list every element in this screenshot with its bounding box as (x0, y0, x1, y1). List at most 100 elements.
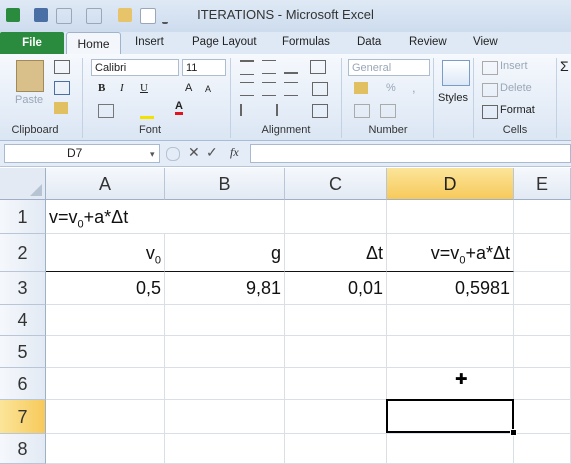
underline-icon[interactable]: U (140, 82, 148, 94)
cell-b5[interactable] (165, 336, 285, 368)
cell-d1[interactable] (387, 200, 514, 234)
column-header-a[interactable]: A (46, 168, 165, 200)
borders-icon[interactable] (98, 104, 114, 118)
increase-indent-icon[interactable] (262, 104, 278, 116)
italic-icon[interactable]: I (120, 82, 124, 94)
tab-view[interactable]: View (473, 36, 498, 48)
column-header-c[interactable]: C (285, 168, 387, 200)
align-bottom-icon[interactable] (284, 60, 298, 74)
tab-data[interactable]: Data (357, 36, 381, 48)
cancel-icon[interactable]: ✕ (188, 144, 200, 161)
font-size-combo[interactable]: 11 (182, 59, 226, 76)
row-header-5[interactable]: 5 (0, 336, 46, 368)
row-header-2[interactable]: 2 (0, 234, 46, 272)
cell-a3[interactable]: 0,5 (46, 272, 165, 305)
cell-b7[interactable] (165, 400, 285, 434)
cell-d3[interactable]: 0,5981 (387, 272, 514, 305)
cell-b1[interactable] (165, 200, 285, 234)
cell-c3[interactable]: 0,01 (285, 272, 387, 305)
wrap-text-icon[interactable] (312, 82, 328, 96)
cell-a8[interactable] (46, 434, 165, 464)
align-right-icon[interactable] (284, 82, 298, 96)
insert-cells-icon[interactable] (482, 61, 498, 75)
cell-c6[interactable] (285, 368, 387, 400)
styles-button[interactable]: Styles (438, 92, 468, 104)
cell-d2[interactable]: v=v0+a*Δt (387, 234, 514, 272)
cell-d6[interactable] (387, 368, 514, 400)
cell-c2[interactable]: Δt (285, 234, 387, 272)
select-all-corner[interactable] (0, 168, 46, 200)
cell-c5[interactable] (285, 336, 387, 368)
increase-decimal-icon[interactable] (354, 104, 370, 118)
tab-review[interactable]: Review (409, 36, 447, 48)
cell-c8[interactable] (285, 434, 387, 464)
row-header-8[interactable]: 8 (0, 434, 46, 464)
row-header-7[interactable]: 7 (0, 400, 46, 434)
paste-button[interactable]: Paste (15, 94, 43, 106)
cell-b6[interactable] (165, 368, 285, 400)
format-cells-icon[interactable] (482, 105, 498, 119)
align-left-icon[interactable] (240, 82, 254, 96)
cell-a2[interactable]: v0 (46, 234, 165, 272)
cell-e4[interactable] (514, 305, 571, 336)
cell-b2[interactable]: g (165, 234, 285, 272)
chevron-down-icon[interactable]: ▾ (150, 149, 155, 160)
autosum-button[interactable]: Σ (560, 58, 569, 74)
enter-icon[interactable]: ✓ (206, 144, 218, 161)
cell-c4[interactable] (285, 305, 387, 336)
cell-d8[interactable] (387, 434, 514, 464)
number-format-combo[interactable]: General (348, 59, 430, 76)
row-header-4[interactable]: 4 (0, 305, 46, 336)
name-box[interactable]: D7 (4, 144, 160, 163)
cell-a6[interactable] (46, 368, 165, 400)
delete-cells-button[interactable]: Delete (500, 82, 532, 94)
cell-e2[interactable] (514, 234, 571, 272)
percent-style-button[interactable]: % (386, 82, 396, 94)
decrease-indent-icon[interactable] (240, 104, 256, 116)
cell-a4[interactable] (46, 305, 165, 336)
paste-icon[interactable] (16, 60, 44, 92)
cell-e1[interactable] (514, 200, 571, 234)
tab-page-layout[interactable]: Page Layout (192, 36, 257, 48)
tab-file[interactable]: File (0, 32, 64, 54)
cut-icon[interactable] (54, 60, 70, 74)
column-header-e[interactable]: E (514, 168, 571, 200)
cell-e5[interactable] (514, 336, 571, 368)
merge-center-icon[interactable] (312, 104, 328, 118)
format-cells-button[interactable]: Format (500, 104, 535, 116)
font-color-icon[interactable]: A (175, 100, 183, 115)
align-middle-icon[interactable] (262, 60, 276, 74)
fill-handle[interactable] (510, 429, 517, 436)
comma-style-button[interactable]: , (412, 80, 416, 95)
cell-e7[interactable] (514, 400, 571, 434)
cell-b8[interactable] (165, 434, 285, 464)
styles-icon[interactable] (442, 60, 470, 86)
tab-formulas[interactable]: Formulas (282, 36, 330, 48)
formula-input[interactable] (250, 144, 571, 163)
tab-home[interactable]: Home (66, 32, 121, 56)
cell-a7[interactable] (46, 400, 165, 434)
font-name-combo[interactable]: Calibri (91, 59, 179, 76)
cell-b4[interactable] (165, 305, 285, 336)
cell-d4[interactable] (387, 305, 514, 336)
cell-a1[interactable]: v=v0+a*Δt (46, 200, 165, 234)
cell-c1[interactable] (285, 200, 387, 234)
decrease-decimal-icon[interactable] (380, 104, 396, 118)
fill-color-icon[interactable] (140, 104, 154, 119)
cell-e6[interactable] (514, 368, 571, 400)
align-center-icon[interactable] (262, 82, 276, 96)
insert-cells-button[interactable]: Insert (500, 60, 528, 72)
insert-function-button[interactable]: fx (230, 145, 239, 160)
orientation-icon[interactable] (310, 60, 326, 74)
column-header-b[interactable]: B (165, 168, 285, 200)
row-header-6[interactable]: 6 (0, 368, 46, 400)
cell-c7[interactable] (285, 400, 387, 434)
format-painter-icon[interactable] (54, 102, 68, 114)
copy-icon[interactable] (54, 81, 70, 95)
row-header-3[interactable]: 3 (0, 272, 46, 305)
grow-font-icon[interactable]: A (185, 82, 192, 94)
delete-cells-icon[interactable] (482, 83, 498, 97)
tab-insert[interactable]: Insert (135, 36, 164, 48)
worksheet-grid[interactable]: A B C D E 1 2 3 4 5 6 7 8 v=v0+a*Δt v0 g… (0, 168, 571, 464)
shrink-font-icon[interactable]: A (205, 84, 211, 94)
